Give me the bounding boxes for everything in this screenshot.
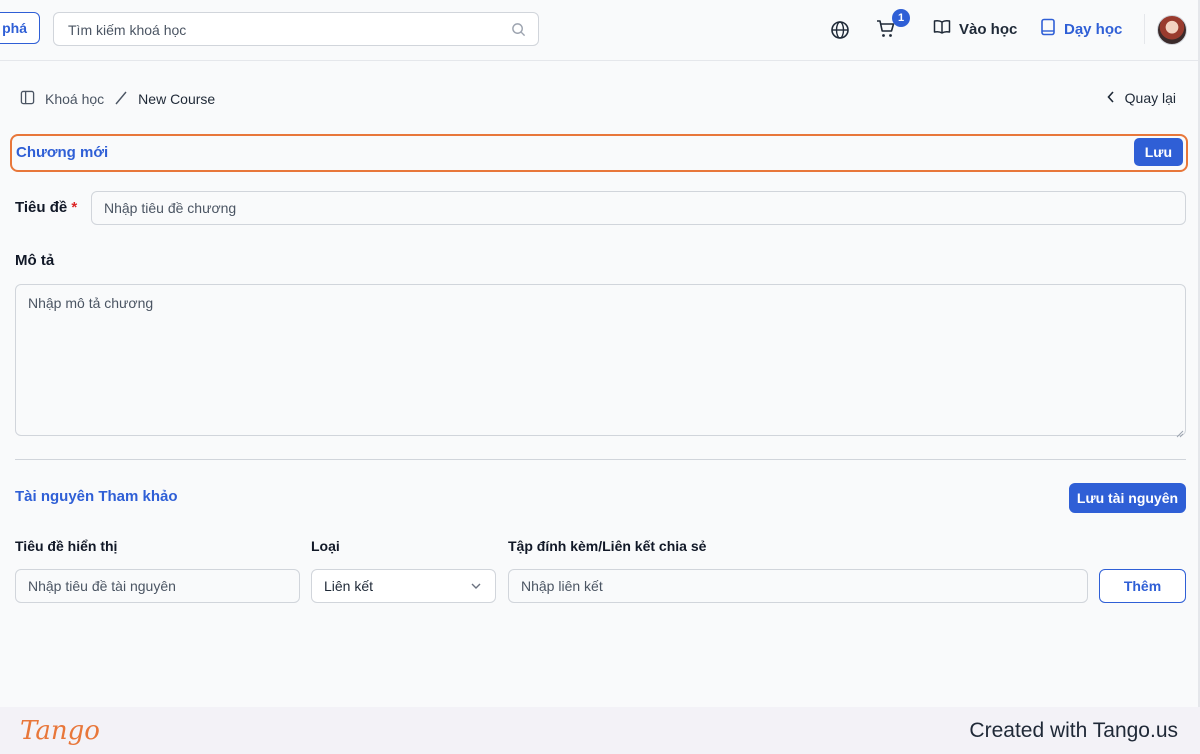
- nav-learn-link[interactable]: Vào học: [933, 18, 1017, 40]
- resources-section-title: Tài nguyên Tham khảo: [15, 488, 178, 505]
- search-input[interactable]: [66, 21, 490, 39]
- resource-link-input[interactable]: [508, 569, 1088, 603]
- save-resources-button[interactable]: Lưu tài nguyên: [1069, 483, 1186, 513]
- resize-handle-icon[interactable]: [1176, 425, 1184, 443]
- section-divider: [15, 459, 1186, 460]
- chevron-left-icon: [1107, 90, 1115, 106]
- resource-title-input[interactable]: [15, 569, 300, 603]
- course-search[interactable]: [53, 12, 539, 46]
- type-column-label: Loại: [311, 538, 340, 554]
- chapter-title: Chương mới: [16, 144, 109, 161]
- add-resource-button[interactable]: Thêm: [1099, 569, 1186, 603]
- resource-type-value: Liên kết: [324, 578, 374, 594]
- user-avatar[interactable]: [1157, 15, 1187, 45]
- tango-logo: Tango: [20, 716, 100, 746]
- description-label: Mô tả: [15, 252, 55, 269]
- top-navbar: phá 1 Vào học Dạy học: [0, 0, 1198, 61]
- book-icon: [1040, 18, 1056, 40]
- required-mark: *: [71, 199, 78, 216]
- created-with-text: Created with Tango.us: [969, 719, 1178, 742]
- explore-button[interactable]: phá: [0, 12, 40, 44]
- sidebar-toggle-icon[interactable]: [20, 90, 35, 108]
- resource-type-select[interactable]: Liên kết: [311, 569, 496, 603]
- save-chapter-button[interactable]: Lưu: [1133, 138, 1183, 166]
- breadcrumb-courses-link[interactable]: Khoá học: [45, 91, 104, 107]
- nav-teach-link[interactable]: Dạy học: [1040, 18, 1122, 40]
- chapter-header: Chương mới Lưu: [10, 134, 1188, 172]
- title-label: Tiêu đề *: [15, 199, 77, 216]
- app-frame: phá 1 Vào học Dạy học: [0, 0, 1200, 707]
- nav-learn-label: Vào học: [959, 20, 1018, 38]
- back-button[interactable]: Quay lại: [1107, 90, 1176, 106]
- header-divider: [1144, 14, 1145, 44]
- chapter-title-input[interactable]: [91, 191, 1186, 225]
- title-label-text: Tiêu đề: [15, 199, 68, 216]
- breadcrumb: Khoá học New Course: [20, 90, 215, 108]
- back-label: Quay lại: [1124, 90, 1176, 106]
- breadcrumb-separator-icon: [114, 91, 128, 108]
- breadcrumb-current: New Course: [138, 91, 216, 107]
- cart-count-badge: 1: [892, 9, 910, 27]
- open-book-icon: [933, 19, 951, 39]
- chevron-down-icon: [471, 583, 481, 589]
- globe-icon[interactable]: [830, 20, 850, 45]
- chapter-description-input[interactable]: [15, 284, 1186, 436]
- nav-teach-label: Dạy học: [1064, 20, 1123, 38]
- display-title-column-label: Tiêu đề hiển thị: [15, 538, 118, 554]
- search-icon[interactable]: [511, 22, 526, 42]
- attachment-column-label: Tập đính kèm/Liên kết chia sẻ: [508, 538, 707, 554]
